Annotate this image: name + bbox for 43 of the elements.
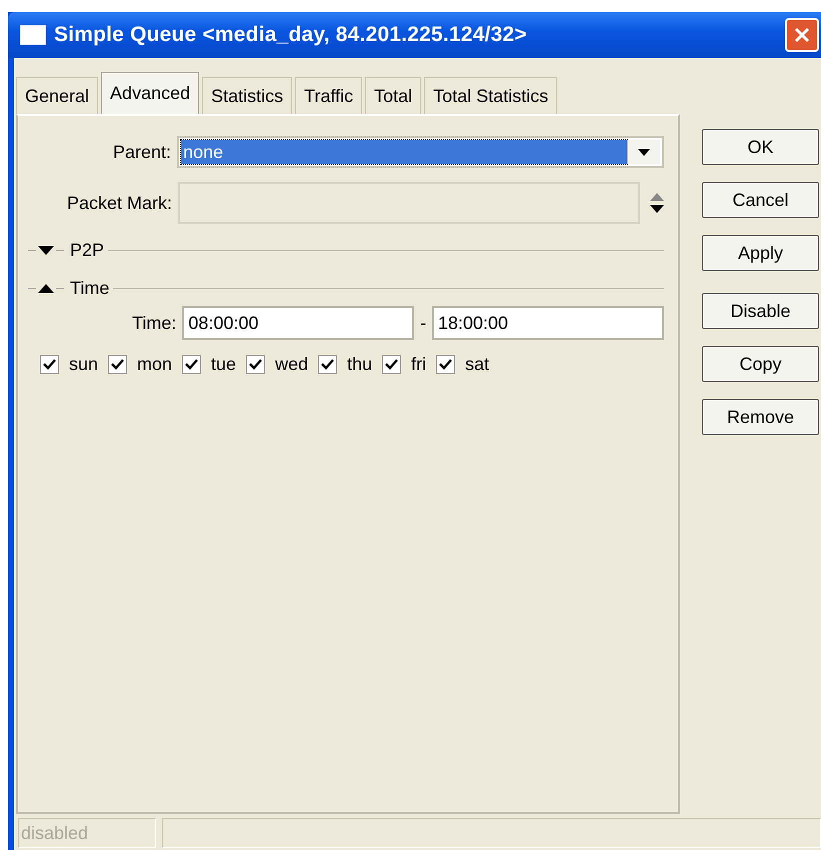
day-label[interactable]: thu <box>347 354 372 375</box>
window-title: Simple Queue <media_day, 84.201.225.124/32> <box>54 23 528 47</box>
dialog-button[interactable]: Cancel <box>702 182 819 218</box>
tab[interactable]: Total Statistics <box>424 77 558 114</box>
dialog-button[interactable]: Apply <box>702 235 819 271</box>
expand-triangle-icon[interactable] <box>38 246 54 254</box>
window-icon <box>20 25 46 45</box>
tab[interactable]: General <box>16 77 98 114</box>
dialog-button[interactable]: Copy <box>702 346 819 382</box>
tab[interactable]: Total <box>365 77 422 114</box>
day-label[interactable]: sun <box>69 354 98 375</box>
checkbox[interactable] <box>108 355 128 374</box>
dialog-button[interactable]: Disable <box>702 293 819 329</box>
checkbox[interactable] <box>40 355 59 374</box>
checkbox[interactable] <box>246 355 266 374</box>
time-to-field[interactable]: 18:00:00 <box>432 306 664 340</box>
close-button[interactable] <box>785 18 819 52</box>
section-title[interactable]: Time <box>66 278 114 298</box>
tab[interactable]: Traffic <box>295 77 362 114</box>
checkbox[interactable] <box>436 355 456 374</box>
day-label[interactable]: mon <box>137 354 172 375</box>
checkbox[interactable] <box>318 355 338 374</box>
dialog-button[interactable]: OK <box>702 129 819 165</box>
day-label[interactable]: tue <box>211 354 236 375</box>
field-label: Time: <box>131 312 178 334</box>
collapse-triangle-icon[interactable] <box>38 284 54 292</box>
close-icon[interactable] <box>792 25 812 45</box>
up-down-arrow-icon[interactable] <box>650 191 664 215</box>
separator: - <box>419 312 428 334</box>
day-label[interactable]: fri <box>411 354 426 375</box>
field-label: Packet Mark: <box>66 192 173 214</box>
status-text: disabled <box>18 818 156 848</box>
field-label: Parent: <box>112 142 172 162</box>
day-label[interactable]: wed <box>275 354 308 375</box>
checkbox[interactable] <box>182 355 202 374</box>
tab[interactable]: Statistics <box>202 77 292 114</box>
checkbox[interactable] <box>382 355 402 374</box>
dialog-button[interactable]: Remove <box>702 399 819 435</box>
day-label[interactable]: sat <box>465 354 490 375</box>
parent-dropdown[interactable]: none <box>177 136 664 168</box>
time-from-field[interactable]: 08:00:00 <box>182 306 414 340</box>
tab[interactable]: Advanced <box>101 72 200 114</box>
section-title[interactable]: P2P <box>66 240 108 260</box>
